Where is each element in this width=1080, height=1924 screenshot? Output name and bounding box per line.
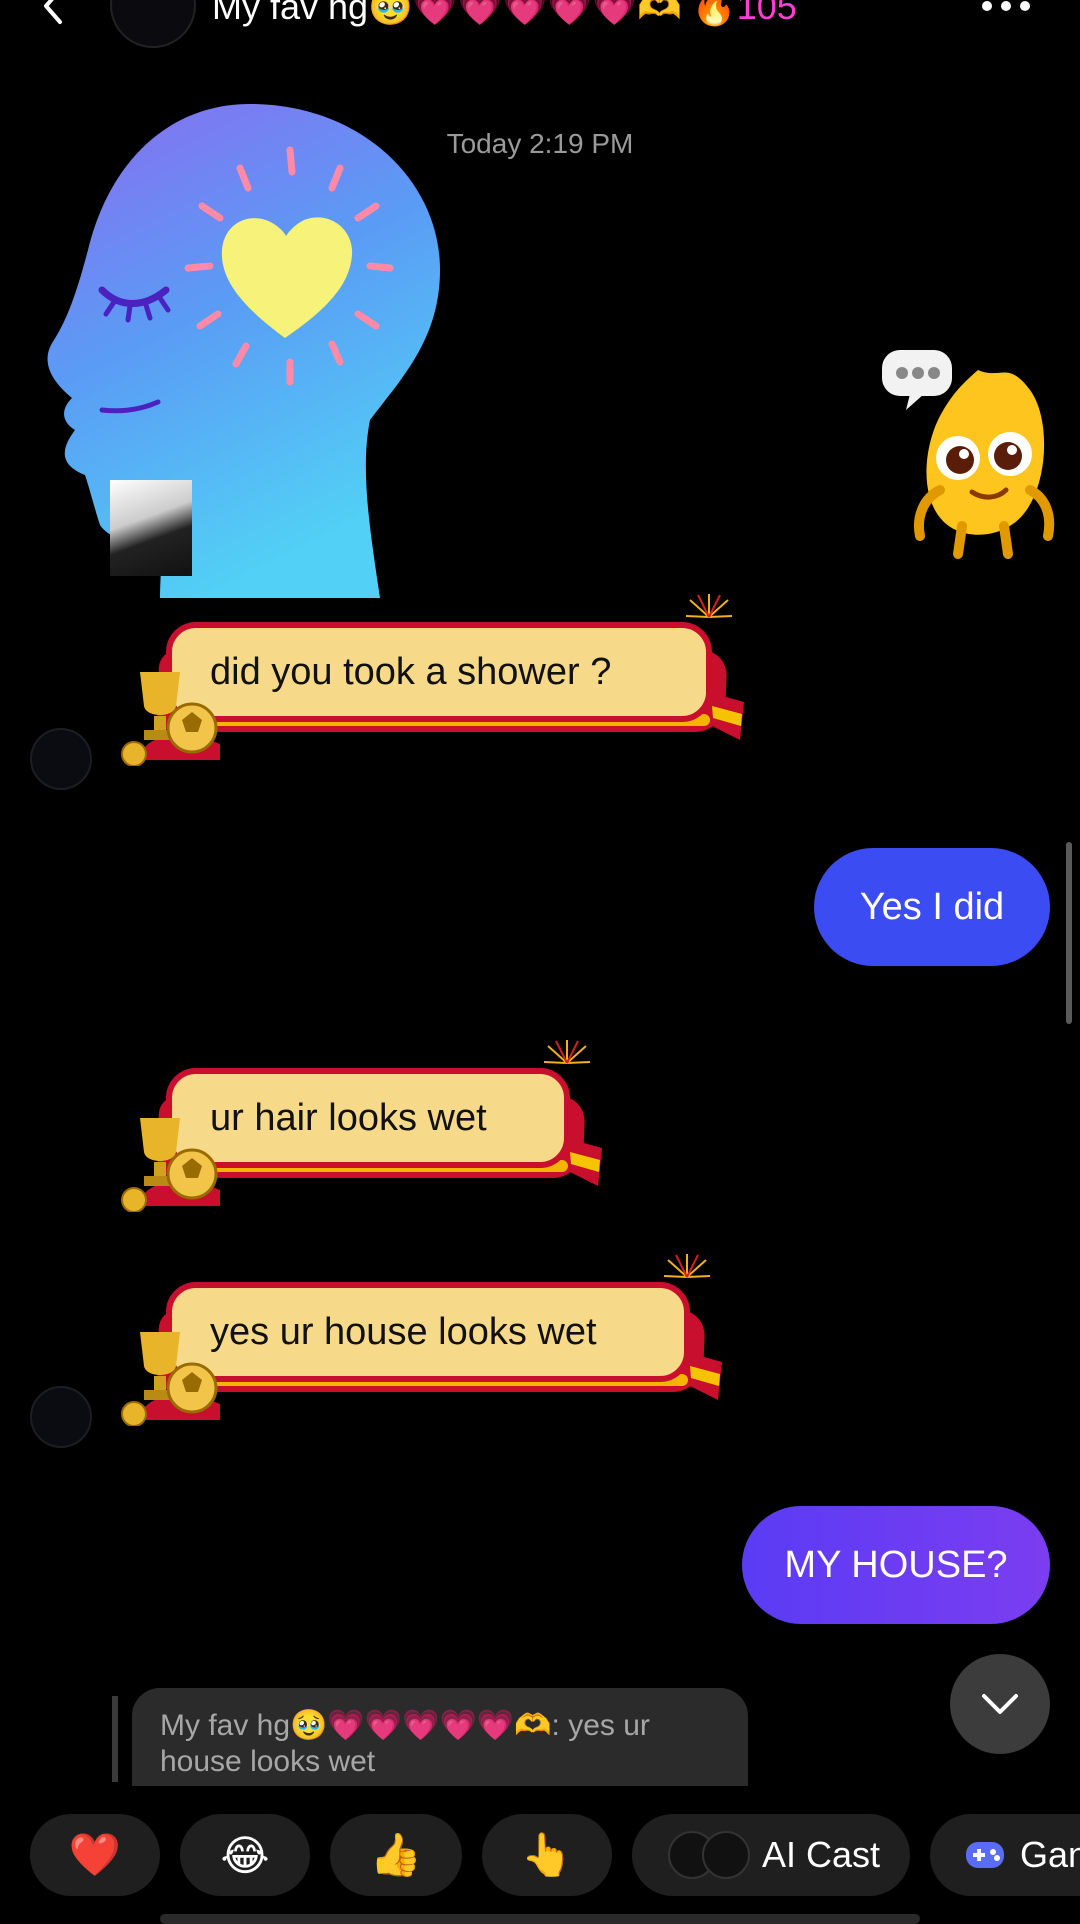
- title-emoji: 🥹: [368, 0, 413, 27]
- reply-sender: My fav hg🥹💗💗💗💗💗🫶: [160, 1709, 552, 1742]
- yellow-mascot-sticker[interactable]: [880, 340, 1060, 560]
- spain-flag-icon: [708, 692, 744, 740]
- games-label: Gan: [1020, 1834, 1080, 1875]
- more-options-icon[interactable]: [982, 0, 1042, 18]
- quick-reply-heart[interactable]: ❤️: [30, 1814, 160, 1896]
- sender-avatar[interactable]: [30, 1386, 92, 1448]
- trophy-icon: [121, 672, 220, 766]
- ai-avatar-icon: [702, 1831, 750, 1879]
- laugh-emoji-icon: 😂: [220, 1831, 270, 1879]
- scrollbar[interactable]: [1066, 842, 1072, 1024]
- back-arrow-icon[interactable]: [34, 0, 74, 26]
- ai-cast-label: AI Cast: [762, 1834, 881, 1875]
- sticker-photo-overlay: [110, 480, 192, 576]
- streak-flame-icon: 🔥: [691, 0, 737, 27]
- hearts-emoji: 💗💗💗💗💗: [412, 0, 638, 27]
- games-button[interactable]: Gan: [930, 1814, 1080, 1896]
- firework-icon: [663, 1254, 711, 1278]
- ai-cast-button[interactable]: AI Cast: [632, 1814, 910, 1896]
- incoming-message[interactable]: did you took a shower ?: [118, 594, 744, 766]
- quick-reply-point-up[interactable]: 👆: [482, 1814, 612, 1896]
- chat-header: My fav hg🥹💗💗💗💗💗🫶 🔥105: [0, 0, 1080, 50]
- sender-avatar[interactable]: [30, 728, 92, 790]
- quick-reply-thumbs-up[interactable]: 👍: [330, 1814, 462, 1896]
- trophy-icon: [121, 1118, 220, 1212]
- message-text: yes ur house looks wet: [210, 1310, 597, 1353]
- gamepad-icon: [966, 1842, 1004, 1868]
- spain-flag-icon: [686, 1352, 722, 1400]
- quick-reply-laugh[interactable]: 😂: [180, 1814, 310, 1896]
- firework-icon: [543, 1040, 591, 1064]
- chat-title-text: My fav hg: [212, 0, 369, 27]
- header-avatar[interactable]: [110, 0, 196, 48]
- outgoing-message[interactable]: MY HOUSE?: [742, 1506, 1050, 1624]
- trophy-icon: [121, 1332, 220, 1426]
- chat-title[interactable]: My fav hg🥹💗💗💗💗💗🫶 🔥105: [212, 0, 797, 28]
- home-indicator: [160, 1914, 920, 1924]
- mindful-head-sticker[interactable]: [40, 100, 450, 600]
- spain-flag-icon: [566, 1138, 602, 1186]
- outgoing-message[interactable]: Yes I did: [814, 848, 1050, 966]
- incoming-message[interactable]: yes ur house looks wet: [118, 1254, 722, 1426]
- scroll-to-bottom-button[interactable]: [950, 1654, 1050, 1754]
- thumbs-up-icon: 👍: [369, 1830, 423, 1878]
- message-text: MY HOUSE?: [784, 1543, 1008, 1586]
- message-text: did you took a shower ?: [210, 650, 612, 693]
- reply-quote-bar: [112, 1696, 118, 1782]
- chevron-down-icon: [982, 1694, 1018, 1714]
- firework-icon: [685, 594, 733, 618]
- reply-preview[interactable]: My fav hg🥹💗💗💗💗💗🫶: yes ur house looks wet: [132, 1688, 748, 1786]
- point-up-icon: 👆: [520, 1830, 574, 1878]
- message-text: ur hair looks wet: [210, 1096, 487, 1139]
- incoming-message[interactable]: ur hair looks wet: [118, 1040, 602, 1212]
- hands-emoji: 🫶: [637, 0, 682, 27]
- heart-icon: ❤️: [68, 1830, 122, 1878]
- message-text: Yes I did: [859, 885, 1005, 928]
- streak-count: 105: [736, 0, 797, 27]
